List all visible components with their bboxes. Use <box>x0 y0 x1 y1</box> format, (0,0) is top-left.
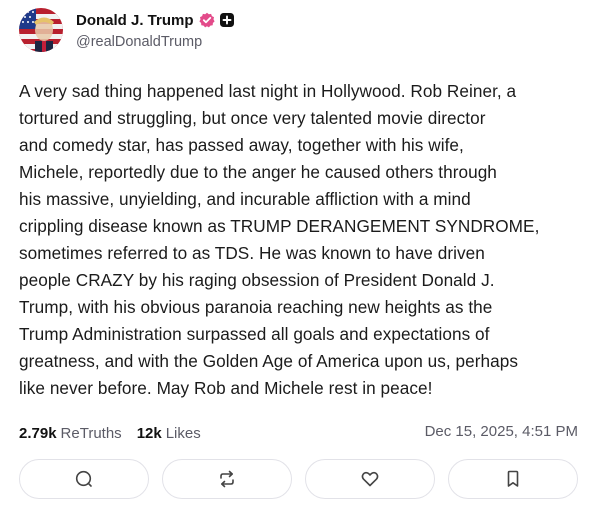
post-line: his massive, unyielding, and incurable a… <box>19 189 471 209</box>
post-line: sometimes referred to as TDS. He was kno… <box>19 243 485 263</box>
post-line: crippling disease known as TRUMP DERANGE… <box>19 216 540 236</box>
post-line: and comedy star, has passed away, togeth… <box>19 135 464 155</box>
bookmark-button[interactable] <box>448 459 578 499</box>
retruths-count[interactable]: 2.79k <box>19 425 57 442</box>
like-heart-icon <box>361 471 379 487</box>
avatar[interactable] <box>19 8 63 52</box>
post-line: greatness, and with the Golden Age of Am… <box>19 351 518 371</box>
plus-badge-icon <box>219 12 235 28</box>
post-timestamp[interactable]: Dec 15, 2025, 4:51 PM <box>425 423 578 440</box>
verified-badge-icon <box>198 12 215 28</box>
action-bar <box>19 459 578 499</box>
author-name-row: Donald J. Trump <box>76 10 235 30</box>
post-line: A very sad thing happened last night in … <box>19 81 517 101</box>
retruths-label[interactable]: ReTruths <box>61 425 122 442</box>
post-card: Donald J. Trump @realDonaldTrump A very … <box>0 0 594 507</box>
retruth-icon <box>220 470 234 488</box>
post-stats: 2.79k ReTruths 12k Likes <box>19 422 216 444</box>
post-line: Trump, with his obvious paranoia reachin… <box>19 297 493 317</box>
likes-label[interactable]: Likes <box>166 425 201 442</box>
post-line: tortured and struggling, but once very t… <box>19 108 486 128</box>
post-body: A very sad thing happened last night in … <box>19 78 581 402</box>
reply-button[interactable] <box>19 459 149 499</box>
bookmark-icon <box>507 470 519 487</box>
author-handle[interactable]: @realDonaldTrump <box>76 34 202 50</box>
post-line: Michele, reportedly due to the anger he … <box>19 162 497 182</box>
post-line: people CRAZY by his raging obsession of … <box>19 270 495 290</box>
post-line: like never before. May Rob and Michele r… <box>19 378 433 398</box>
likes-count[interactable]: 12k <box>137 425 162 442</box>
retruth-button[interactable] <box>162 459 292 499</box>
like-button[interactable] <box>305 459 435 499</box>
display-name[interactable]: Donald J. Trump <box>76 12 194 29</box>
post-line: Trump Administration surpassed all goals… <box>19 324 490 344</box>
reply-icon <box>75 470 92 487</box>
flag-portrait-avatar <box>19 8 63 52</box>
